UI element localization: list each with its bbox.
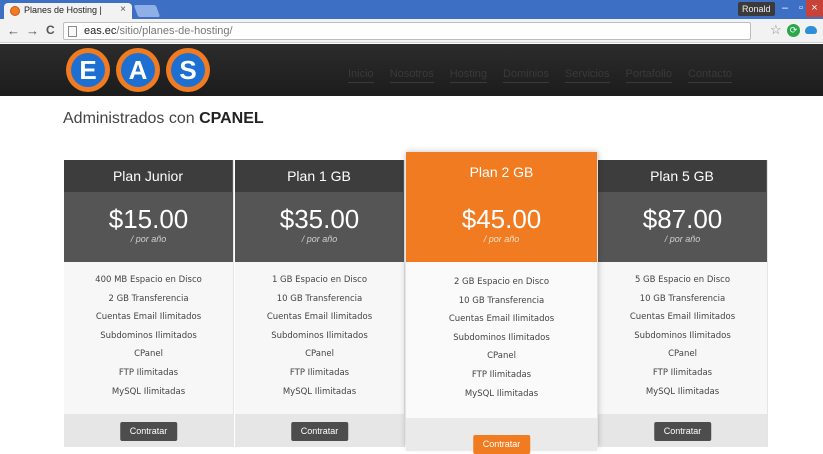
- feature-item: Cuentas Email Ilimitados: [448, 314, 555, 325]
- bookmark-star-icon[interactable]: ☆: [770, 22, 782, 38]
- plan-card-5gb: Plan 5 GB $87.00 / por año 5 GB Espacio …: [598, 160, 768, 447]
- feature-item: MySQL Ilimitadas: [282, 386, 357, 397]
- contratar-button-2gb[interactable]: Contratar: [472, 435, 531, 454]
- feature-item: Subdominos Ilimitados: [634, 330, 731, 341]
- button-area: Contratar: [64, 414, 233, 447]
- logo-letter-e: E: [79, 55, 96, 85]
- plan-card-junior: Plan Junior $15.00 / por año 400 MB Espa…: [64, 160, 234, 447]
- price-band: $87.00 / por año: [598, 192, 767, 262]
- price-band: $35.00 / por año: [235, 192, 404, 262]
- feature-item: 2 GB Espacio en Disco: [453, 277, 550, 287]
- feature-item: MySQL Ilimitadas: [645, 386, 720, 397]
- logo-letter-a: A: [129, 55, 148, 85]
- feature-item: 5 GB Espacio en Disco: [634, 275, 731, 285]
- nav-item-portafolio[interactable]: Portafolio: [625, 68, 672, 83]
- reload-icon[interactable]: C: [46, 23, 55, 37]
- feature-item: 10 GB Transferencia: [458, 295, 545, 306]
- tab-close-icon[interactable]: ×: [120, 4, 126, 15]
- price-band: $45.00 / por año: [406, 192, 597, 262]
- feature-item: CPanel: [134, 349, 163, 360]
- plan-price: $45.00: [461, 204, 542, 234]
- plan-price: $15.00: [108, 204, 189, 234]
- plan-period: / por año: [301, 234, 338, 244]
- extension-cloud-icon[interactable]: [805, 26, 817, 34]
- plan-price: $87.00: [642, 204, 723, 234]
- plan-period: / por año: [664, 234, 701, 244]
- extension-green-icon[interactable]: ⟳: [787, 24, 800, 37]
- feature-item: Cuentas Email Ilimitados: [95, 312, 202, 323]
- feature-item: MySQL Ilimitadas: [111, 386, 186, 397]
- plan-price: $35.00: [279, 204, 360, 234]
- heading-bold: CPANEL: [199, 110, 264, 127]
- tab-title: Planes de Hosting |: [24, 5, 102, 15]
- address-bar[interactable]: eas.ec/sitio/planes-de-hosting/: [63, 22, 751, 40]
- plan-period: / por año: [483, 234, 520, 244]
- url-path: /sitio/planes-de-hosting/: [116, 25, 233, 37]
- nav-item-nosotros[interactable]: Nosotros: [389, 68, 434, 83]
- feature-list: 2 GB Espacio en Disco 10 GB Transferenci…: [406, 262, 597, 418]
- logo-letter-s: S: [179, 55, 196, 85]
- nav-item-contacto[interactable]: Contacto: [687, 68, 733, 83]
- feature-item: CPanel: [487, 351, 516, 362]
- contratar-button-junior[interactable]: Contratar: [119, 422, 178, 441]
- site-header: E A S Inicio Nosotros Hosting Dominios S…: [0, 44, 823, 96]
- contratar-button-1gb[interactable]: Contratar: [290, 422, 349, 441]
- heading-prefix: Administrados con: [63, 110, 195, 127]
- url-domain: eas.ec: [84, 25, 117, 37]
- feature-item: CPanel: [668, 349, 697, 360]
- feature-item: FTP Ilimitadas: [652, 367, 713, 378]
- feature-item: 10 GB Transferencia: [639, 293, 726, 304]
- feature-item: 10 GB Transferencia: [276, 293, 363, 304]
- plan-period: / por año: [130, 234, 167, 244]
- feature-list: 5 GB Espacio en Disco 10 GB Transferenci…: [598, 262, 767, 414]
- back-icon[interactable]: ←: [7, 23, 20, 38]
- button-area: Contratar: [598, 414, 767, 447]
- plan-name: Plan 2 GB: [406, 152, 597, 192]
- price-band: $15.00 / por año: [64, 192, 233, 262]
- nav-item-servicios[interactable]: Servicios: [564, 68, 610, 83]
- feature-item: MySQL Ilimitadas: [464, 388, 539, 399]
- browser-titlebar: Planes de Hosting | × Ronald – ▫ ×: [0, 0, 823, 19]
- plan-card-1gb: Plan 1 GB $35.00 / por año 1 GB Espacio …: [235, 160, 405, 447]
- nav-item-inicio[interactable]: Inicio: [348, 68, 374, 83]
- browser-toolbar: ← → C eas.ec/sitio/planes-de-hosting/ ☆ …: [0, 19, 823, 43]
- contratar-button-5gb[interactable]: Contratar: [653, 422, 712, 441]
- page-icon: [68, 26, 77, 37]
- plan-card-2gb: Plan 2 GB $45.00 / por año 2 GB Espacio …: [406, 152, 598, 454]
- feature-item: FTP Ilimitadas: [471, 369, 532, 380]
- feature-item: Cuentas Email Ilimitados: [266, 312, 373, 323]
- feature-list: 1 GB Espacio en Disco 10 GB Transferenci…: [235, 262, 404, 414]
- feature-item: 1 GB Espacio en Disco: [271, 275, 368, 285]
- nav-item-dominios[interactable]: Dominios: [503, 68, 549, 83]
- eas-logo[interactable]: E A S: [64, 46, 212, 94]
- feature-item: Subdominos Ilimitados: [271, 330, 368, 341]
- button-area: Contratar: [235, 414, 404, 447]
- browser-tab[interactable]: Planes de Hosting | ×: [4, 3, 132, 19]
- plan-name: Plan Junior: [64, 160, 233, 192]
- feature-list: 400 MB Espacio en Disco 2 GB Transferenc…: [64, 262, 233, 414]
- feature-item: FTP Ilimitadas: [118, 367, 179, 378]
- plan-name: Plan 5 GB: [598, 160, 767, 192]
- feature-item: 400 MB Espacio en Disco: [95, 275, 202, 285]
- nav-item-hosting[interactable]: Hosting: [449, 68, 488, 83]
- window-close-button[interactable]: ×: [806, 0, 823, 17]
- forward-icon[interactable]: →: [26, 23, 39, 38]
- feature-item: 2 GB Transferencia: [108, 293, 189, 304]
- favicon-icon: [10, 6, 20, 16]
- url-text: eas.ec/sitio/planes-de-hosting/: [84, 25, 233, 37]
- section-heading: Administrados con CPANEL: [63, 110, 264, 128]
- feature-item: Subdominos Ilimitados: [100, 330, 197, 341]
- plan-name: Plan 1 GB: [235, 160, 404, 192]
- feature-item: Cuentas Email Ilimitados: [629, 312, 736, 323]
- new-tab-button[interactable]: [133, 5, 161, 17]
- button-area: Contratar: [406, 418, 597, 454]
- feature-item: CPanel: [305, 349, 334, 360]
- feature-item: FTP Ilimitadas: [289, 367, 350, 378]
- main-nav: Inicio Nosotros Hosting Dominios Servici…: [348, 68, 733, 83]
- profile-button[interactable]: Ronald: [738, 2, 775, 16]
- feature-item: Subdominos Ilimitados: [453, 332, 550, 343]
